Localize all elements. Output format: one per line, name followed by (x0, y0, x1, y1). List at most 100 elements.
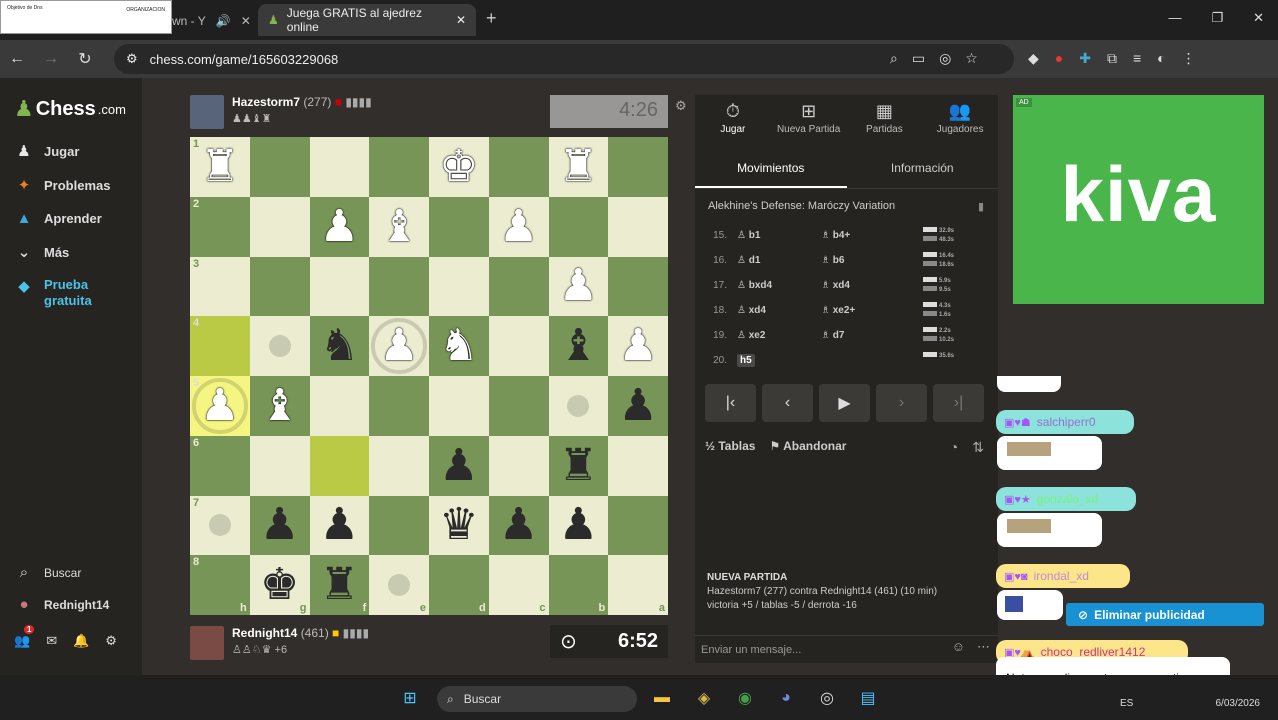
white-bishop-icon[interactable]: ♝ (379, 204, 418, 249)
white-pawn-icon[interactable]: ♟ (499, 204, 538, 249)
browser-tab-youtube[interactable]: wn - Y 🔊 ✕ (172, 6, 256, 36)
back-button[interactable]: ← (0, 50, 34, 68)
square-e8[interactable]: e (369, 555, 429, 615)
top-player-avatar[interactable] (190, 95, 224, 129)
white-pawn-icon[interactable]: ♟ (559, 264, 598, 308)
advertisement[interactable]: AD kiva (1013, 95, 1264, 304)
play-button[interactable]: ▶ (819, 384, 870, 422)
square-e2[interactable]: ♝ (369, 196, 429, 257)
profile-avatar-icon[interactable]: ◐ (1157, 50, 1165, 67)
star-icon[interactable]: ☆ (965, 50, 978, 67)
square-e1[interactable] (369, 137, 429, 197)
move-hint-dot[interactable] (268, 335, 291, 358)
move-hint-dot[interactable] (567, 394, 590, 417)
square-h4[interactable]: 4 (190, 316, 250, 376)
first-move-button[interactable]: |‹ (705, 384, 756, 422)
square-c4[interactable] (488, 316, 549, 376)
menu-kebab-icon[interactable]: ⋮ (1182, 50, 1196, 67)
square-c1[interactable] (488, 137, 549, 197)
resign-button[interactable]: ⚑ Abandonar (769, 439, 846, 453)
sidebar-user[interactable]: ● Rednight14 (14, 596, 109, 613)
black-pawn-icon[interactable]: ♟ (260, 503, 299, 547)
square-h3[interactable]: 3 (190, 256, 250, 317)
white-rook-icon[interactable]: ♜ (200, 144, 239, 189)
app-red-dot-icon[interactable]: ◎ (815, 686, 839, 710)
square-d7[interactable]: ♛ (429, 495, 489, 556)
browser-tab-chess[interactable]: ♟ Juega GRATIS al ajedrez online ✕ (258, 4, 476, 36)
white-move[interactable]: ♙ xe2 (737, 330, 821, 341)
emoji-icon[interactable]: ☺ (952, 639, 965, 655)
sidebar-search[interactable]: ⌕ Buscar (14, 564, 82, 581)
url-field[interactable]: ⚙ chess.com/game/165603229068 (114, 44, 1014, 74)
square-d1[interactable]: ♚ (429, 137, 489, 197)
square-h5[interactable]: 5 ♟ (190, 376, 250, 436)
sidebar-item-problemas[interactable]: ✦ Problemas (14, 176, 111, 194)
capture-hint-ring[interactable] (371, 318, 427, 374)
close-tab-icon[interactable]: ✕ (456, 13, 466, 27)
restore-button[interactable]: ❐ (1211, 10, 1223, 26)
black-pawn-icon[interactable]: ♟ (559, 503, 598, 547)
square-b7[interactable]: ♟ (548, 495, 609, 556)
black-move[interactable]: ♗ b4+ (821, 230, 923, 241)
tab-movimientos[interactable]: Movimientos (695, 151, 847, 188)
remove-ads-button[interactable]: ⊘ Eliminar publicidad (1066, 603, 1264, 626)
reload-button[interactable]: ↻ (68, 49, 102, 69)
extension-icon[interactable]: ◆ (1028, 50, 1039, 67)
square-h7[interactable]: 7 (190, 495, 250, 556)
move-hint-dot[interactable] (388, 574, 411, 597)
analysis-icon[interactable]: ◔ (950, 439, 958, 456)
extension-translate-icon[interactable]: ✚ (1079, 50, 1091, 67)
windows-start-icon[interactable]: ⊞ (398, 686, 422, 710)
square-c7[interactable]: ♟ (488, 495, 549, 556)
black-knight-icon[interactable]: ♞ (320, 324, 359, 368)
black-king-icon[interactable]: ♚ (260, 563, 299, 607)
white-knight-icon[interactable]: ♞ (439, 324, 478, 368)
mail-icon[interactable]: ✉ (46, 633, 57, 649)
square-c8[interactable]: c (488, 555, 549, 615)
square-c6[interactable] (488, 435, 549, 496)
square-a1[interactable] (608, 137, 668, 197)
square-a5[interactable]: ♟ (608, 376, 668, 436)
square-g8[interactable]: g ♚ (249, 555, 310, 615)
last-move-button[interactable]: ›| (933, 384, 984, 422)
next-move-button[interactable]: › (876, 384, 927, 422)
black-move[interactable]: ♗ b6 (821, 255, 923, 266)
square-b8[interactable]: b (548, 555, 609, 615)
square-g4[interactable] (249, 316, 310, 376)
square-f5[interactable] (309, 376, 370, 436)
black-rook-icon[interactable]: ♜ (320, 563, 359, 607)
square-b6[interactable]: ♜ (548, 435, 609, 496)
black-pawn-icon[interactable]: ♟ (439, 443, 478, 488)
square-b1[interactable]: ♜ (548, 137, 609, 197)
white-pawn-icon[interactable]: ♟ (618, 324, 657, 368)
square-d4[interactable]: ♞ (429, 316, 489, 376)
square-b3[interactable]: ♟ (548, 256, 609, 317)
square-e4[interactable]: ♟ (369, 316, 429, 376)
chess-board[interactable]: 1 ♜ ♚ ♜ 2 ♟ ♝ ♟ 3 ♟ 4 ♞ ♟ ♞ ♝ ♟ 5 ♟ ♝ ♟ 6 ♟ ♜ 7 ♟ ♟ ♛ ♟ ♟ 8 h g ♚ f ♜ e d c b a (190, 137, 668, 615)
discord-icon[interactable]: ◕ (774, 686, 798, 710)
square-f2[interactable]: ♟ (309, 196, 370, 257)
tab-partidas[interactable]: ▦ Partidas (847, 95, 923, 145)
bottom-player-name[interactable]: Rednight14 (461) ■ ▮▮▮▮ (232, 626, 369, 640)
board-settings-gear-icon[interactable]: ⚙ (675, 98, 687, 114)
black-bishop-icon[interactable]: ♝ (559, 324, 598, 368)
square-d2[interactable] (429, 196, 489, 257)
sidebar-item-prueba[interactable]: ◆ Prueba gratuita (14, 277, 104, 309)
square-b5[interactable] (548, 376, 609, 436)
friends-icon[interactable]: 👥 1 (14, 625, 35, 649)
square-c3[interactable] (488, 256, 549, 317)
flip-board-icon[interactable]: ⇅ (972, 439, 984, 456)
settings-gear-icon[interactable]: ⚙ (105, 633, 117, 649)
square-g5[interactable]: ♝ (249, 376, 310, 436)
black-pawn-icon[interactable]: ♟ (499, 503, 538, 547)
black-move[interactable]: ♗ xe2+ (821, 305, 923, 316)
square-a2[interactable] (608, 196, 668, 257)
tab-nueva-partida[interactable]: ⊞ Nueva Partida (771, 95, 847, 145)
draw-button[interactable]: ½ Tablas (705, 439, 755, 453)
black-queen-icon[interactable]: ♛ (439, 503, 478, 547)
square-d6[interactable]: ♟ (429, 435, 489, 496)
install-icon[interactable]: ▭ (912, 50, 925, 67)
square-a3[interactable] (608, 256, 668, 317)
square-c5[interactable] (488, 376, 549, 436)
close-tab-icon[interactable]: ✕ (241, 14, 251, 28)
